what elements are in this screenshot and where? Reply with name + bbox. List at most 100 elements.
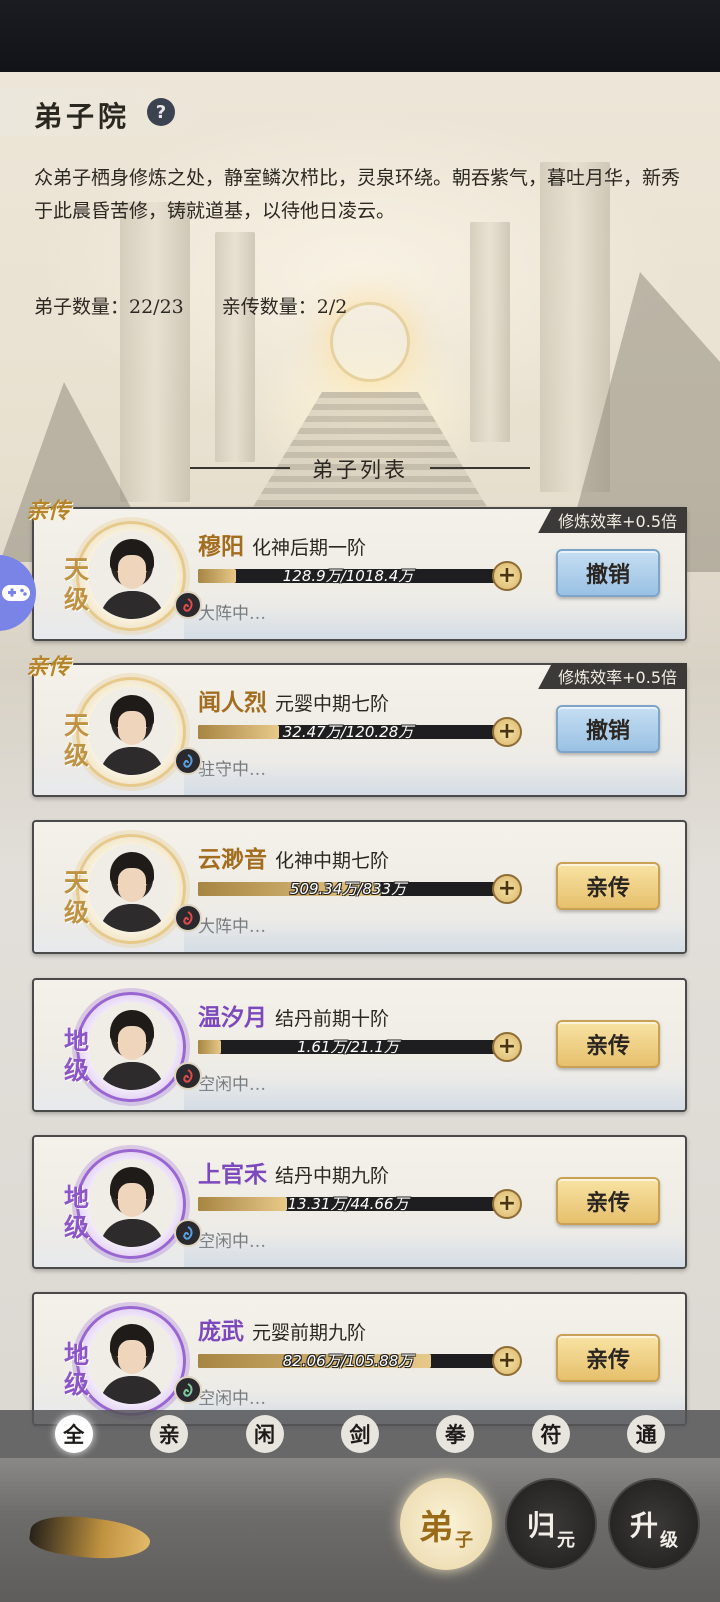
grade-label: 地级 <box>64 1183 90 1242</box>
fire-element-icon <box>174 904 202 932</box>
grade-label: 地级 <box>64 1340 90 1399</box>
disciple-name: 温汐月 <box>198 1004 267 1031</box>
grade-label: 天级 <box>64 711 90 770</box>
add-progress-button[interactable]: + <box>492 874 522 904</box>
nav-upgrade-button[interactable]: 升 级 <box>608 1478 700 1570</box>
make-personal-button[interactable]: 亲传 <box>556 1020 660 1068</box>
disciple-name: 穆阳 <box>198 533 244 560</box>
progress-bar: 1.61万/21.1万 <box>198 1038 498 1056</box>
revoke-button[interactable]: 撤销 <box>556 705 660 753</box>
status-text: 空闲中… <box>198 1389 266 1409</box>
make-personal-button[interactable]: 亲传 <box>556 1177 660 1225</box>
personal-badge: 亲传 <box>26 654 71 680</box>
name-line: 庞武 元婴前期九阶 <box>198 1312 366 1346</box>
nav-return-main: 归 <box>526 1509 555 1542</box>
filter-tab[interactable]: 符 <box>531 1415 570 1453</box>
cultivation-realm: 元婴中期七阶 <box>275 693 390 715</box>
progress-bar: 32.47万/120.28万 <box>198 723 498 741</box>
nav-disciples-sub: 子 <box>455 1530 473 1551</box>
disciple-card[interactable]: 地级 上官禾 结丹中期九阶 13.31万/44.66万 + 空闲中… 亲传 <box>32 1135 687 1269</box>
name-line: 云渺音 化神中期七阶 <box>198 840 389 874</box>
status-text: 空闲中… <box>198 1232 266 1252</box>
brush-stroke-decoration <box>27 1509 153 1567</box>
disciple-name: 闻人烈 <box>198 689 267 716</box>
list-title: 弟子列表 <box>0 454 720 484</box>
cultivation-bonus-tag: 修炼效率+0.5倍 <box>538 663 687 689</box>
filter-tab[interactable]: 剑 <box>340 1415 379 1453</box>
avatar[interactable] <box>88 531 176 619</box>
progress-text: 82.06万/105.88万 <box>282 1352 414 1370</box>
disciple-name: 云渺音 <box>198 846 267 873</box>
name-line: 上官禾 结丹中期九阶 <box>198 1155 389 1189</box>
grade-label: 地级 <box>64 1026 90 1085</box>
progress-bar: 509.34万/833万 <box>198 880 498 898</box>
filter-tab[interactable]: 通 <box>627 1415 666 1453</box>
add-progress-button[interactable]: + <box>492 1189 522 1219</box>
disciple-card[interactable]: 天级 云渺音 化神中期七阶 509.34万/833万 + 大阵中… 亲传 <box>32 820 687 954</box>
personal-badge: 亲传 <box>26 498 71 524</box>
nav-upgrade-sub: 级 <box>660 1530 678 1551</box>
add-progress-button[interactable]: + <box>492 1032 522 1062</box>
name-line: 穆阳 化神后期一阶 <box>198 527 366 561</box>
fire-element-icon <box>174 1062 202 1090</box>
avatar[interactable] <box>88 1159 176 1247</box>
make-personal-button[interactable]: 亲传 <box>556 862 660 910</box>
avatar[interactable] <box>88 687 176 775</box>
nav-upgrade-main: 升 <box>629 1509 658 1542</box>
nav-return-sub: 元 <box>557 1530 575 1551</box>
nav-return-button[interactable]: 归 元 <box>505 1478 597 1570</box>
filter-tab[interactable]: 全 <box>54 1415 93 1453</box>
progress-bar: 13.31万/44.66万 <box>198 1195 498 1213</box>
counts-row: 弟子数量：22/23 亲传数量：2/2 <box>34 292 347 319</box>
hall-description: 众弟子栖身修炼之处，静室鳞次栉比，灵泉环绕。朝吞紫气，暮吐月华，新秀于此晨昏苦修… <box>34 167 681 222</box>
progress-text: 1.61万/21.1万 <box>297 1038 399 1056</box>
cultivation-realm: 元婴前期九阶 <box>252 1322 367 1344</box>
disciple-card[interactable]: 地级 温汐月 结丹前期十阶 1.61万/21.1万 + 空闲中… 亲传 <box>32 978 687 1112</box>
revoke-button[interactable]: 撤销 <box>556 549 660 597</box>
page-title: 弟子院 <box>34 100 131 133</box>
add-progress-button[interactable]: + <box>492 717 522 747</box>
grade-label: 天级 <box>64 868 90 927</box>
bottom-nav: 弟 子 归 元 升 级 <box>0 1458 720 1602</box>
cultivation-realm: 结丹前期十阶 <box>275 1008 390 1030</box>
cultivation-realm: 化神中期七阶 <box>275 850 390 872</box>
status-text: 大阵中… <box>198 917 266 937</box>
disciple-name: 上官禾 <box>198 1161 267 1188</box>
progress-text: 128.9万/1018.4万 <box>282 567 414 585</box>
water-element-icon <box>174 747 202 775</box>
avatar[interactable] <box>88 1316 176 1404</box>
disciple-card[interactable]: 亲传 修炼效率+0.5倍 天级 闻人烈 元婴中期七阶 32.47万/120.28… <box>26 654 687 797</box>
name-line: 闻人烈 元婴中期七阶 <box>198 683 389 717</box>
progress-text: 509.34万/833万 <box>289 880 407 898</box>
filter-tab[interactable]: 拳 <box>436 1415 475 1453</box>
disciple-card[interactable]: 地级 庞武 元婴前期九阶 82.06万/105.88万 + 空闲中… 亲传 <box>32 1292 687 1426</box>
nav-disciples-main: 弟 <box>419 1507 453 1548</box>
filter-tab[interactable]: 亲 <box>150 1415 189 1453</box>
fire-element-icon <box>174 591 202 619</box>
add-progress-button[interactable]: + <box>492 1346 522 1376</box>
name-line: 温汐月 结丹前期十阶 <box>198 998 389 1032</box>
grade-label: 天级 <box>64 555 90 614</box>
gamepad-icon <box>2 585 30 601</box>
progress-bar: 128.9万/1018.4万 <box>198 567 498 585</box>
avatar[interactable] <box>88 844 176 932</box>
disciple-card[interactable]: 亲传 修炼效率+0.5倍 天级 穆阳 化神后期一阶 128.9万/1018.4万… <box>26 498 687 641</box>
help-icon[interactable]: ? <box>147 98 175 126</box>
disciple-name: 庞武 <box>198 1318 244 1345</box>
make-personal-button[interactable]: 亲传 <box>556 1334 660 1382</box>
status-text: 大阵中… <box>198 604 266 624</box>
cultivation-bonus-tag: 修炼效率+0.5倍 <box>538 507 687 533</box>
top-status-strip <box>0 0 720 72</box>
avatar[interactable] <box>88 1002 176 1090</box>
wind-element-icon <box>174 1376 202 1404</box>
status-text: 空闲中… <box>198 1075 266 1095</box>
progress-text: 13.31万/44.66万 <box>287 1195 409 1213</box>
add-progress-button[interactable]: + <box>492 561 522 591</box>
progress-text: 32.47万/120.28万 <box>282 723 414 741</box>
personal-count: 亲传数量：2/2 <box>221 296 348 318</box>
cultivation-realm: 结丹中期九阶 <box>275 1165 390 1187</box>
disciple-count: 弟子数量：22/23 <box>34 296 184 318</box>
filter-tab[interactable]: 闲 <box>245 1415 284 1453</box>
nav-disciples-button[interactable]: 弟 子 <box>400 1478 492 1570</box>
cultivation-realm: 化神后期一阶 <box>252 537 367 559</box>
